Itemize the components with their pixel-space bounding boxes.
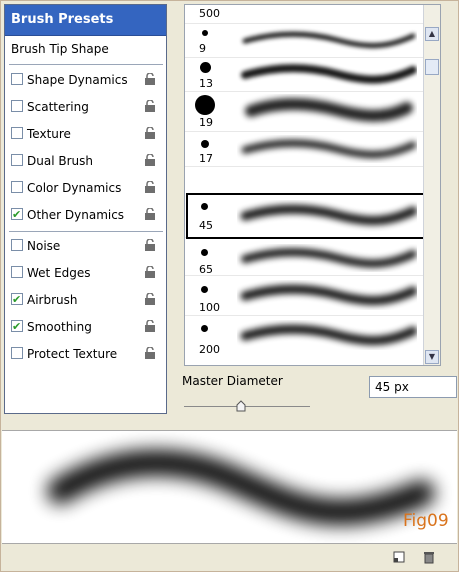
brush-preset-list[interactable]: 500 9 13 19 17 45 65 100 200 ▲ ▼ <box>184 4 441 366</box>
lock-icon[interactable] <box>144 181 156 193</box>
lock-icon[interactable] <box>144 293 156 305</box>
scroll-down-button[interactable]: ▼ <box>425 350 439 364</box>
option-label: Shape Dynamics <box>27 73 128 87</box>
brush-preset-item[interactable]: 9 <box>185 23 423 58</box>
brush-size-label: 100 <box>199 301 220 314</box>
option-shape-dynamics[interactable]: Shape Dynamics <box>5 67 166 93</box>
brush-stroke-preview <box>241 64 417 84</box>
option-scattering[interactable]: Scattering <box>5 94 166 120</box>
option-label: Brush Tip Shape <box>11 42 109 56</box>
option-label: Smoothing <box>27 320 92 334</box>
brush-stroke-preview <box>241 139 417 159</box>
brush-tip-icon <box>201 286 208 293</box>
brush-size-label: 200 <box>199 343 220 356</box>
vertical-scrollbar[interactable]: ▲ ▼ <box>423 5 440 365</box>
brush-preset-item[interactable]: 17 <box>185 132 423 167</box>
option-label: Protect Texture <box>27 347 118 361</box>
brush-stroke-preview <box>240 324 417 346</box>
option-label: Color Dynamics <box>27 181 122 195</box>
palette-footer <box>2 544 457 570</box>
lock-icon[interactable] <box>144 239 156 251</box>
option-other-dynamics[interactable]: Other Dynamics <box>5 202 166 228</box>
lock-icon[interactable] <box>144 266 156 278</box>
scroll-up-button[interactable]: ▲ <box>425 27 439 41</box>
lock-icon[interactable] <box>144 100 156 112</box>
large-brush-stroke <box>47 449 435 526</box>
checkbox-checked[interactable] <box>11 287 23 313</box>
brush-stroke-preview-area <box>2 430 457 544</box>
lock-icon[interactable] <box>144 127 156 139</box>
brush-tip-icon <box>201 140 209 148</box>
trash-icon[interactable] <box>422 550 436 564</box>
brush-tip-icon <box>202 30 208 36</box>
brush-stroke-preview <box>242 31 416 49</box>
option-brush-tip-shape[interactable]: Brush Tip Shape <box>5 36 166 62</box>
option-protect-texture[interactable]: Protect Texture <box>5 341 166 367</box>
brush-preset-item[interactable]: 100 <box>185 277 423 316</box>
brush-options-panel: Brush Presets Brush Tip Shape Shape Dyna… <box>4 4 167 414</box>
scroll-thumb[interactable] <box>425 59 439 75</box>
master-diameter-input[interactable]: 45 px <box>369 376 457 398</box>
checkbox[interactable] <box>11 239 23 251</box>
divider <box>9 231 163 232</box>
option-smoothing[interactable]: Smoothing <box>5 314 166 340</box>
lock-icon[interactable] <box>144 154 156 166</box>
brush-stroke-preview <box>241 248 417 268</box>
checkbox[interactable] <box>11 347 23 359</box>
brush-tip-icon <box>201 249 208 256</box>
option-label: Dual Brush <box>27 154 93 168</box>
lock-icon[interactable] <box>144 320 156 332</box>
option-label: Other Dynamics <box>27 208 125 222</box>
brush-tip-icon <box>200 62 211 73</box>
checkbox[interactable] <box>11 154 23 166</box>
lock-icon[interactable] <box>144 347 156 359</box>
checkbox-checked[interactable] <box>11 314 23 340</box>
option-label: Texture <box>27 127 71 141</box>
option-label: Scattering <box>27 100 89 114</box>
brush-size-label: 65 <box>199 263 213 276</box>
brush-tip-icon <box>195 95 215 115</box>
checkbox[interactable] <box>11 127 23 139</box>
brush-preset-item[interactable]: 19 <box>185 91 423 132</box>
brush-presets-header[interactable]: Brush Presets <box>5 5 166 36</box>
option-dual-brush[interactable]: Dual Brush <box>5 148 166 174</box>
option-label: Airbrush <box>27 293 78 307</box>
brush-size-label: 13 <box>199 77 213 90</box>
brush-size-label: 17 <box>199 152 213 165</box>
divider <box>9 64 163 65</box>
option-label: Wet Edges <box>27 266 91 280</box>
checkbox[interactable] <box>11 73 23 85</box>
brush-size-label: 500 <box>199 7 220 20</box>
checkbox[interactable] <box>11 266 23 278</box>
diameter-slider-knob[interactable] <box>236 400 246 412</box>
lock-icon[interactable] <box>144 208 156 220</box>
brush-preset-item[interactable]: 65 <box>185 241 423 276</box>
option-texture[interactable]: Texture <box>5 121 166 147</box>
option-label: Noise <box>27 239 61 253</box>
brush-stroke-preview <box>245 98 413 122</box>
brush-preset-item[interactable]: 200 <box>185 317 423 365</box>
option-color-dynamics[interactable]: Color Dynamics <box>5 175 166 201</box>
option-wet-edges[interactable]: Wet Edges <box>5 260 166 286</box>
brush-stroke-preview <box>240 284 417 306</box>
lock-icon[interactable] <box>144 73 156 85</box>
checkbox[interactable] <box>11 100 23 112</box>
brush-tip-icon <box>201 325 208 332</box>
option-airbrush[interactable]: Airbrush <box>5 287 166 313</box>
figure-label: Fig09 <box>403 511 449 531</box>
checkbox[interactable] <box>11 181 23 193</box>
brush-size-label: 19 <box>199 116 213 129</box>
checkbox-checked[interactable] <box>11 202 23 228</box>
brush-preset-item[interactable]: 500 <box>185 5 423 24</box>
master-diameter-label: Master Diameter <box>182 374 283 388</box>
brush-size-label: 9 <box>199 42 206 55</box>
new-preset-icon[interactable] <box>392 550 406 564</box>
brush-preset-item[interactable]: 13 <box>185 57 423 92</box>
option-noise[interactable]: Noise <box>5 233 166 259</box>
selected-brush-highlight <box>186 193 440 239</box>
diameter-slider-track[interactable] <box>184 406 310 407</box>
